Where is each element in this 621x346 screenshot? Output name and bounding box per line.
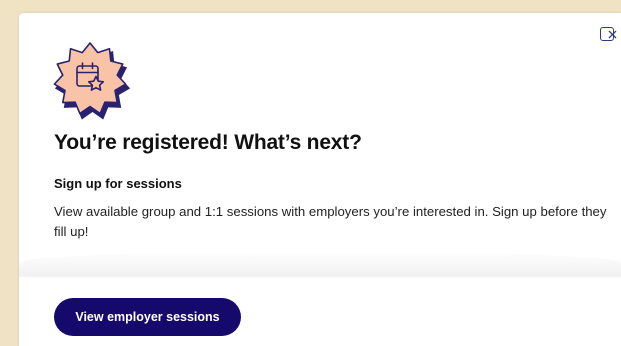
registration-modal: You’re registered! What’s next? Sign up … bbox=[19, 13, 621, 346]
modal-title: You’re registered! What’s next? bbox=[54, 131, 362, 154]
calendar-star-badge-icon bbox=[53, 42, 131, 120]
section-description: View available group and 1:1 sessions wi… bbox=[54, 204, 607, 239]
close-button[interactable] bbox=[600, 27, 617, 41]
section-divider bbox=[19, 251, 621, 277]
close-icon bbox=[608, 30, 617, 39]
section-heading: Sign up for sessions bbox=[54, 176, 182, 191]
view-employer-sessions-button[interactable]: View employer sessions bbox=[54, 298, 241, 336]
